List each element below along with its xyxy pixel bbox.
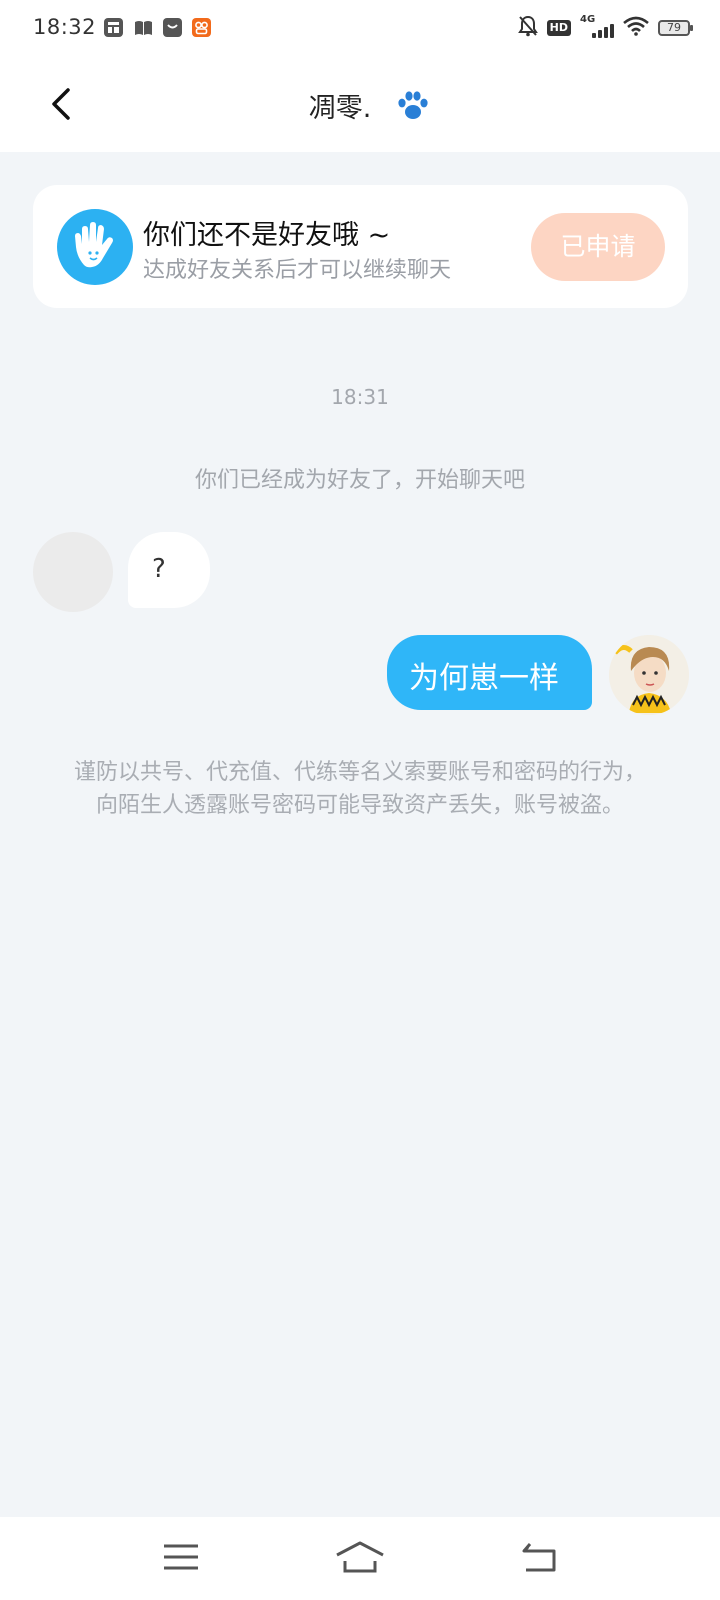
outgoing-message-bubble[interactable]: 为何崽一样 — [387, 635, 592, 710]
book-app-icon — [134, 18, 153, 37]
page-title: 凋零. — [0, 86, 720, 125]
hand-wave-icon — [57, 209, 133, 285]
menu-button[interactable] — [156, 1537, 206, 1577]
network-type: 4G — [580, 14, 596, 25]
notes-app-icon — [104, 18, 123, 37]
battery-icon: 79 — [658, 20, 693, 36]
applied-button[interactable]: 已申请 — [531, 213, 665, 281]
incoming-message-bubble[interactable]: ? — [128, 532, 210, 608]
security-warning: 谨防以共号、代充值、代练等名义索要账号和密码的行为，向陌生人透露账号密码可能导致… — [73, 760, 646, 818]
orange-app-icon — [192, 18, 211, 37]
back-nav-button[interactable] — [514, 1537, 564, 1577]
outgoing-message-text: 为何崽一样 — [409, 661, 559, 696]
contact-avatar[interactable] — [33, 532, 113, 612]
system-message: 你们已经成为好友了，开始聊天吧 — [194, 468, 525, 493]
status-bar: 18:32 HD 4G 79 — [0, 0, 720, 56]
home-icon — [336, 1541, 384, 1573]
card-subtitle: 达成好友关系后才可以继续聊天 — [143, 258, 452, 283]
silent-bell-icon — [517, 15, 538, 41]
wifi-icon — [623, 16, 649, 40]
hd-badge: HD — [546, 20, 571, 36]
contact-name: 凋零. — [308, 93, 372, 124]
return-icon — [522, 1543, 556, 1572]
menu-icon — [164, 1544, 198, 1570]
incoming-message-text: ? — [152, 554, 166, 584]
chat-header: 凋零. — [0, 56, 720, 152]
status-time: 18:32 — [33, 15, 97, 39]
not-friends-card: 你们还不是好友哦 ~ 达成好友关系后才可以继续聊天 已申请 — [33, 185, 688, 308]
message-timestamp: 18:31 — [331, 385, 389, 409]
signal-icon: 4G — [580, 14, 614, 40]
card-title: 你们还不是好友哦 ~ — [143, 220, 391, 251]
user-avatar[interactable] — [609, 635, 689, 715]
home-button[interactable] — [335, 1537, 385, 1577]
status-right-group: HD 4G 79 — [517, 14, 693, 42]
paw-print-icon — [395, 88, 431, 122]
system-nav-bar — [0, 1517, 720, 1600]
shopping-bag-app-icon — [163, 18, 182, 37]
